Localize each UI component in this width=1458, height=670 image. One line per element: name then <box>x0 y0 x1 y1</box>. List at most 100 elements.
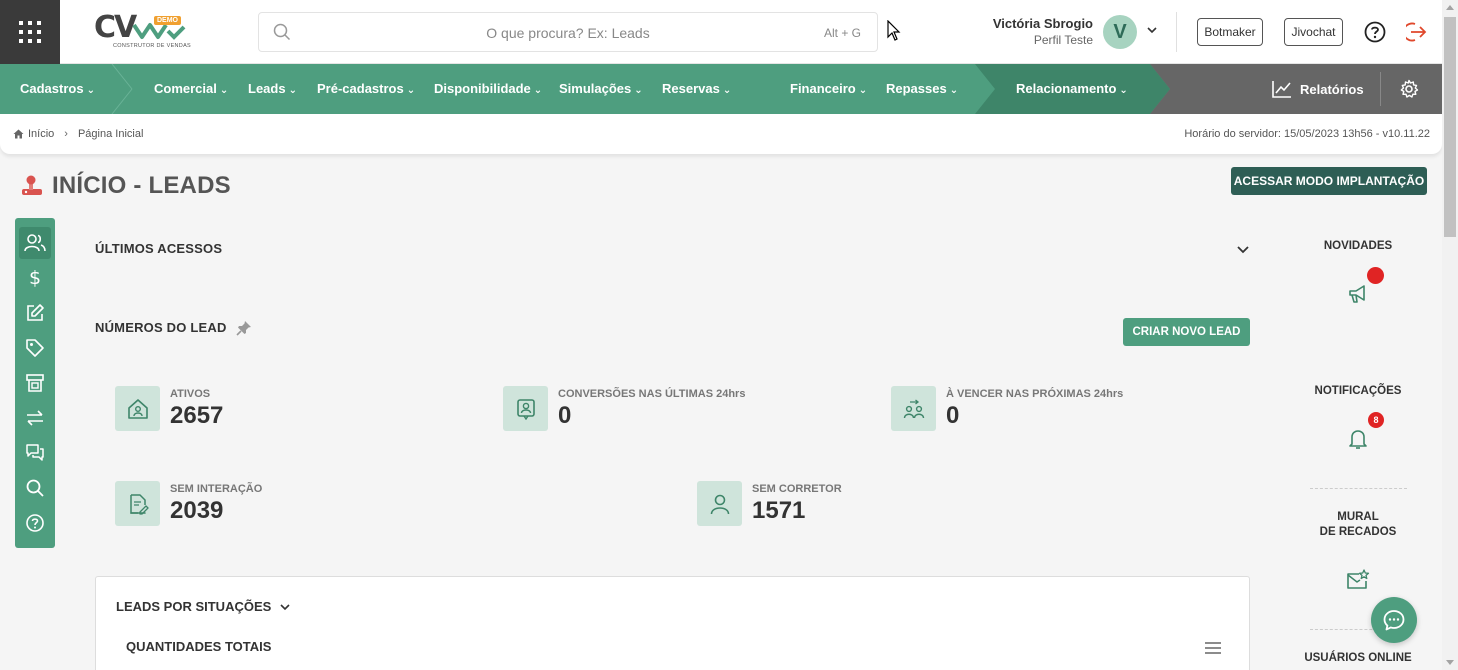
sidebar-item-transfers[interactable] <box>19 402 51 434</box>
top-bar: CV DEMO CONSTRUTOR DE VENDAS O que procu… <box>0 0 1442 64</box>
nav-label: Pré-cadastros <box>317 81 404 96</box>
chat-icon <box>26 444 44 461</box>
breadcrumb-home[interactable]: Início <box>28 128 54 140</box>
users-exchange-icon <box>903 398 924 418</box>
stat-icon-box <box>891 386 936 431</box>
chevron-down-icon[interactable] <box>1146 24 1158 36</box>
jivochat-button[interactable]: Jivochat <box>1284 18 1343 46</box>
quick-sidebar: $ <box>15 218 55 548</box>
nav-comercial[interactable]: Comercial ⌄ <box>154 64 228 114</box>
sidebar-item-edit[interactable] <box>19 297 51 329</box>
stat-value: 2039 <box>170 497 224 524</box>
totals-subtitle: QUANTIDADES TOTAIS <box>126 639 272 654</box>
scroll-down-icon[interactable] <box>1446 660 1454 665</box>
scroll-thumb[interactable] <box>1444 17 1456 237</box>
file-edit-icon <box>129 493 149 515</box>
house-icon <box>127 398 148 419</box>
menu-icon[interactable] <box>1204 641 1222 655</box>
users-icon <box>24 234 46 252</box>
nav-label: Simulações <box>559 81 632 96</box>
vertical-scrollbar[interactable] <box>1442 0 1458 670</box>
nav-reports[interactable]: Relatórios <box>1272 64 1364 114</box>
user-info[interactable]: Victória Sbrogio Perfil Teste <box>960 16 1093 47</box>
dollar-icon: $ <box>28 267 42 289</box>
breadcrumb-current: Página Inicial <box>77 128 144 140</box>
stat-label: SEM INTERAÇÃO <box>170 483 263 495</box>
news-title: NOVIDADES <box>1323 240 1393 252</box>
chevron-down-icon: ⌄ <box>288 85 297 96</box>
news-indicator <box>1367 267 1384 284</box>
mail-star-icon[interactable] <box>1346 569 1370 591</box>
bell-icon[interactable] <box>1348 428 1368 450</box>
megaphone-icon[interactable] <box>1347 283 1369 305</box>
sidebar-item-help[interactable] <box>19 507 51 539</box>
page-title-text: INÍCIO - LEADS <box>52 172 231 199</box>
stat-icon-box <box>115 386 160 431</box>
logo-demo-badge: DEMO <box>154 16 181 25</box>
pin-icon[interactable] <box>236 320 252 336</box>
chat-button[interactable] <box>1371 597 1417 643</box>
chart-line-icon <box>1272 81 1291 98</box>
stat-label: CONVERSÕES NAS ÚLTIMAS 24hrs <box>558 388 746 400</box>
reports-label: Relatórios <box>1300 81 1364 97</box>
scroll-up-icon[interactable] <box>1446 5 1454 10</box>
tag-icon <box>26 339 44 357</box>
avatar[interactable]: V <box>1103 15 1137 49</box>
divider <box>1310 488 1407 489</box>
stat-value: 2657 <box>170 402 224 429</box>
nav-cadastros[interactable]: Cadastros ⌄ <box>20 64 95 114</box>
divider <box>1176 12 1177 52</box>
chevron-down-icon: ⌄ <box>533 85 543 96</box>
gear-icon[interactable] <box>1399 79 1419 99</box>
store-icon <box>26 374 44 392</box>
help-icon <box>26 514 44 532</box>
nav-simulacoes[interactable]: Simulações ⌄ <box>559 64 643 114</box>
nav-label: Leads <box>248 81 286 96</box>
mouse-cursor-icon <box>887 20 901 41</box>
stat-label: À VENCER NAS PRÓXIMAS 24hrs <box>946 388 1124 400</box>
help-icon[interactable] <box>1364 21 1386 43</box>
implant-mode-button[interactable]: ACESSAR MODO IMPLANTAÇÃO <box>1231 167 1427 195</box>
sidebar-item-finance[interactable]: $ <box>19 262 51 294</box>
chevron-right-icon: › <box>64 128 68 140</box>
search-icon <box>26 479 44 497</box>
sidebar-item-search[interactable] <box>19 472 51 504</box>
chevron-down-icon: ⌄ <box>406 85 416 96</box>
apps-grid-icon[interactable] <box>0 0 60 64</box>
situations-title-text: LEADS POR SITUAÇÕES <box>116 599 272 614</box>
stat-value: 1571 <box>752 497 806 524</box>
sidebar-item-tags[interactable] <box>19 332 51 364</box>
situations-title[interactable]: LEADS POR SITUAÇÕES <box>116 599 291 614</box>
logo[interactable]: CV DEMO CONSTRUTOR DE VENDAS <box>94 10 191 52</box>
notifications-badge: 8 <box>1368 412 1384 428</box>
logout-icon[interactable] <box>1406 21 1428 43</box>
nav-disponibilidade[interactable]: Disponibilidade ⌄ <box>434 64 542 114</box>
nav-repasses[interactable]: Repasses ⌄ <box>886 64 958 114</box>
chevron-down-icon[interactable] <box>1236 244 1250 256</box>
stat-label: ATIVOS <box>170 388 211 400</box>
home-icon[interactable] <box>13 129 24 139</box>
user-badge-icon <box>516 398 535 420</box>
nav-leads[interactable]: Leads ⌄ <box>248 64 297 114</box>
sidebar-item-store[interactable] <box>19 367 51 399</box>
botmaker-button[interactable]: Botmaker <box>1197 18 1263 46</box>
recent-access-title[interactable]: ÚLTIMOS ACESSOS <box>95 241 222 256</box>
situations-card: LEADS POR SITUAÇÕES QUANTIDADES TOTAIS <box>95 576 1250 670</box>
create-lead-button[interactable]: CRIAR NOVO LEAD <box>1123 318 1250 346</box>
search-input[interactable]: O que procura? Ex: Leads Alt + G <box>258 12 878 52</box>
nav-pre-cadastros[interactable]: Pré-cadastros ⌄ <box>317 64 415 114</box>
user-role: Perfil Teste <box>1033 33 1093 47</box>
nav-label: Disponibilidade <box>434 81 531 96</box>
lead-numbers-title: NÚMEROS DO LEAD <box>95 320 227 335</box>
logo-text: CV <box>94 10 137 45</box>
chevron-down-icon: ⌄ <box>722 85 732 96</box>
chevron-down-icon: ⌄ <box>858 85 868 96</box>
sidebar-item-messages[interactable] <box>19 437 51 469</box>
nav-relacionamento[interactable]: Relacionamento ⌄ <box>1016 64 1128 114</box>
sidebar-item-leads[interactable] <box>19 227 51 259</box>
nav-financeiro[interactable]: Financeiro ⌄ <box>790 64 867 114</box>
nav-reservas[interactable]: Reservas ⌄ <box>662 64 731 114</box>
breadcrumb: Início › Página Inicial <box>13 128 143 140</box>
nav-label: Cadastros <box>20 81 84 96</box>
search-placeholder: O que procura? Ex: Leads <box>486 25 650 41</box>
